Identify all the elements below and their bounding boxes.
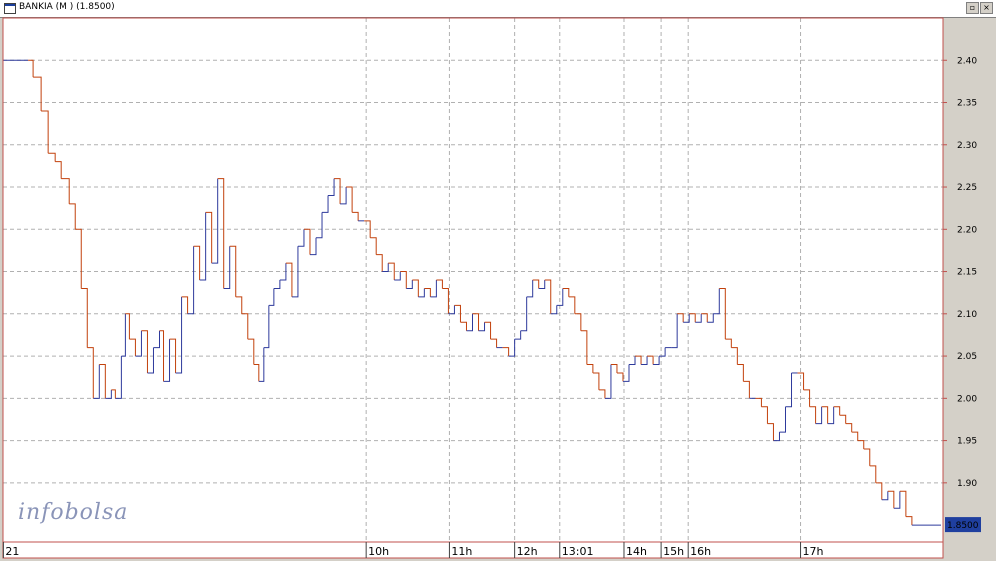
y-tick-label: 2.35 — [957, 99, 977, 109]
plot-area — [3, 18, 943, 542]
y-tick-label: 2.05 — [957, 352, 977, 362]
infobolsa-watermark: infobolsa — [18, 500, 129, 525]
x-tick-label: 16h — [690, 545, 711, 558]
y-tick-label: 2.15 — [957, 268, 977, 278]
x-tick-label: 13:01 — [562, 545, 594, 558]
x-tick-label: 21 — [5, 545, 19, 558]
price-chart[interactable]: 2.40 2.35 2.30 2.25 2.20 2.15 2.10 2.05 2.00 1.95… — [0, 0, 996, 561]
last-price-label: 1.8500 — [947, 521, 979, 531]
y-tick-label: 2.20 — [957, 225, 977, 235]
y-tick-label: 2.00 — [957, 394, 977, 404]
y-axis: 2.40 2.35 2.30 2.25 2.20 2.15 2.10 2.05 2.00 1.95… — [943, 56, 977, 489]
y-tick-label: 1.95 — [957, 437, 977, 447]
last-price-marker: 1.8500 — [945, 517, 981, 533]
y-tick-label: 2.25 — [957, 183, 977, 193]
x-tick-label: 14h — [626, 545, 647, 558]
x-tick-label: 11h — [451, 545, 472, 558]
x-tick-label: 17h — [803, 545, 824, 558]
x-tick-label: 12h — [517, 545, 538, 558]
x-axis: 21 10h 11h 12h 13:01 14h 15h 16h 17h — [2, 541, 944, 559]
y-tick-label: 2.10 — [957, 310, 977, 320]
x-tick-label: 10h — [368, 545, 389, 558]
y-tick-label: 2.40 — [957, 56, 977, 66]
y-tick-label: 2.30 — [957, 141, 977, 151]
x-tick-label: 15h — [663, 545, 684, 558]
y-tick-label: 1.90 — [957, 479, 977, 489]
